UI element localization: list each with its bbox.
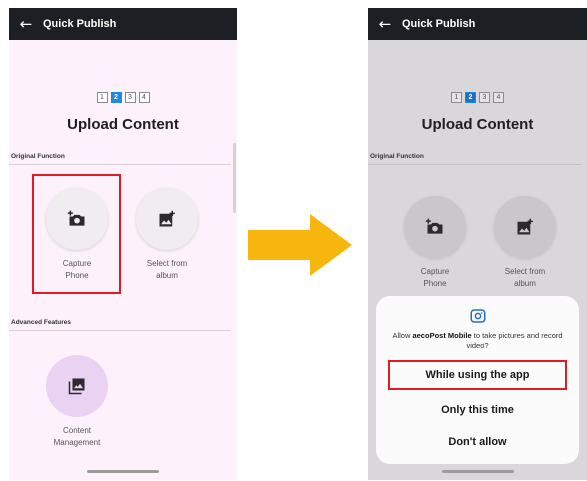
msg-prefix: Allow bbox=[392, 331, 413, 340]
app-bar-title: Quick Publish bbox=[402, 18, 476, 30]
select-album-label: Select from album bbox=[132, 258, 202, 282]
select-album-circle[interactable] bbox=[494, 196, 556, 258]
permission-dialog: Allow aecoPost Mobile to take pictures a… bbox=[376, 296, 579, 464]
album-label-line2: album bbox=[514, 279, 536, 288]
page-title: Upload Content bbox=[421, 116, 534, 133]
highlight-capture-box bbox=[32, 174, 121, 294]
phone-screen-after: ← Quick Publish 1 2 3 4 Upload Content O… bbox=[368, 8, 587, 480]
camera-icon bbox=[470, 309, 485, 323]
highlight-while-using-box bbox=[388, 360, 567, 390]
step-4: 4 bbox=[138, 92, 150, 103]
divider bbox=[9, 330, 231, 331]
capture-label-line2: Phone bbox=[423, 279, 447, 288]
only-this-time-button[interactable]: Only this time bbox=[388, 397, 567, 423]
album-label-line1: Select from bbox=[146, 259, 188, 268]
photo-library-icon bbox=[68, 378, 85, 395]
content-label-line2: Management bbox=[53, 438, 101, 447]
step-1: 1 bbox=[96, 92, 108, 103]
page-title: Upload Content bbox=[67, 116, 179, 133]
select-album-label: Select from album bbox=[490, 266, 560, 290]
select-album-button[interactable]: Select from album bbox=[490, 196, 560, 290]
step-indicator: 1 2 3 4 bbox=[368, 92, 587, 103]
section-label-advanced: Advanced Features bbox=[11, 319, 71, 326]
app-bar-title: Quick Publish bbox=[43, 18, 117, 30]
image-add-icon bbox=[159, 210, 175, 227]
album-label-line1: Select from bbox=[504, 267, 546, 276]
step-2-active: 2 bbox=[110, 92, 122, 103]
image-add-icon bbox=[517, 218, 533, 235]
step-4: 4 bbox=[493, 92, 504, 103]
select-album-circle[interactable] bbox=[136, 188, 198, 250]
home-indicator[interactable] bbox=[87, 470, 159, 473]
home-indicator[interactable] bbox=[441, 470, 514, 473]
section-label-original: Original Function bbox=[370, 153, 424, 160]
step-3: 3 bbox=[479, 92, 490, 103]
step-3: 3 bbox=[124, 92, 136, 103]
divider bbox=[9, 164, 231, 165]
arrow-right-icon bbox=[248, 214, 352, 276]
app-name: aecoPost Mobile bbox=[412, 331, 472, 340]
dont-allow-button[interactable]: Don't allow bbox=[388, 429, 567, 455]
content-label-line1: Content bbox=[62, 426, 92, 435]
step-indicator: 1 2 3 4 bbox=[9, 92, 237, 103]
app-bar: ← Quick Publish bbox=[9, 8, 237, 40]
scrollbar[interactable] bbox=[233, 143, 236, 213]
divider bbox=[368, 164, 581, 165]
app-bar: ← Quick Publish bbox=[368, 8, 587, 40]
capture-phone-circle[interactable] bbox=[404, 196, 466, 258]
arrow-left-icon[interactable]: ← bbox=[368, 8, 402, 40]
camera-add-icon bbox=[425, 218, 443, 234]
capture-phone-label: Capture Phone bbox=[400, 266, 470, 290]
permission-message: Allow aecoPost Mobile to take pictures a… bbox=[386, 331, 569, 351]
album-label-line2: album bbox=[156, 271, 178, 280]
capture-label-line1: Capture bbox=[420, 267, 450, 276]
msg-suffix: to take pictures and record video? bbox=[466, 331, 563, 350]
select-album-button[interactable]: Select from album bbox=[132, 188, 202, 282]
step-2-active: 2 bbox=[465, 92, 476, 103]
phone-screen-before: ← Quick Publish 1 2 3 4 Upload Content O… bbox=[9, 8, 237, 480]
content-management-circle[interactable] bbox=[46, 355, 108, 417]
step-1: 1 bbox=[451, 92, 462, 103]
content-management-label: Content Management bbox=[42, 425, 112, 449]
content-management-button[interactable]: Content Management bbox=[42, 355, 112, 449]
capture-phone-button[interactable]: Capture Phone bbox=[400, 196, 470, 290]
arrow-left-icon[interactable]: ← bbox=[9, 8, 43, 40]
section-label-original: Original Function bbox=[11, 153, 65, 160]
